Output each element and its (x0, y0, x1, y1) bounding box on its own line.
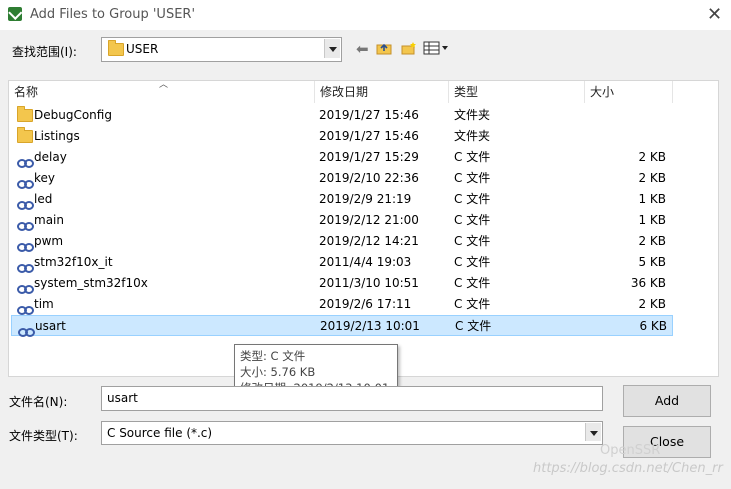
file-name: pwm (34, 234, 64, 248)
column-header-date[interactable]: 修改日期 (315, 81, 449, 103)
file-type: 文件夹 (454, 108, 491, 122)
window-title: Add Files to Group 'USER' (30, 7, 196, 22)
c-file-icon (17, 284, 34, 294)
file-row[interactable]: key 2019/2/10 22:36 C 文件 2 KB (11, 168, 673, 189)
file-name: DebugConfig (34, 108, 112, 122)
file-date: 2019/2/6 17:11 (319, 297, 412, 311)
file-date: 2019/1/27 15:29 (319, 150, 419, 164)
c-file-icon (17, 200, 34, 210)
file-type: 文件夹 (454, 129, 491, 143)
c-file-icon (17, 158, 34, 168)
file-type: C 文件 (454, 255, 491, 269)
file-date: 2019/1/27 15:46 (319, 108, 419, 122)
file-name-label: 文件名(N): (9, 395, 68, 409)
watermark-logo: OpenSSR (600, 443, 661, 458)
file-type-label: 文件类型(T): (9, 429, 78, 443)
file-row[interactable]: delay 2019/1/27 15:29 C 文件 2 KB (11, 147, 673, 168)
column-header-size[interactable]: 大小 (585, 81, 673, 103)
file-date: 2019/2/10 22:36 (319, 171, 419, 185)
file-name: stm32f10x_it (34, 255, 113, 269)
c-file-icon (17, 221, 34, 231)
file-date: 2019/2/12 21:00 (319, 213, 419, 227)
file-size: 2 KB (638, 171, 666, 185)
file-row[interactable]: DebugConfig 2019/1/27 15:46 文件夹 (11, 105, 673, 126)
file-name: delay (34, 150, 67, 164)
file-row[interactable]: stm32f10x_it 2011/4/4 19:03 C 文件 5 KB (11, 252, 673, 273)
file-size: 2 KB (638, 150, 666, 164)
add-button[interactable]: Add (623, 385, 711, 417)
file-type: C 文件 (454, 234, 491, 248)
file-row[interactable]: system_stm32f10x 2011/3/10 10:51 C 文件 36 KB (11, 273, 673, 294)
tooltip-type: 类型: C 文件 (240, 349, 306, 363)
c-file-icon (17, 305, 34, 315)
dropdown-arrow-icon[interactable] (324, 39, 340, 58)
c-file-icon (17, 242, 34, 252)
window-close-icon[interactable]: ✕ (707, 4, 722, 25)
folder-icon (108, 40, 124, 56)
tooltip-size: 大小: 5.76 KB (240, 365, 316, 379)
file-date: 2019/1/27 15:46 (319, 129, 419, 143)
file-row[interactable]: pwm 2019/2/12 14:21 C 文件 2 KB (11, 231, 673, 252)
file-type: C 文件 (454, 192, 491, 206)
file-name: key (34, 171, 56, 185)
file-type: C 文件 (455, 319, 492, 333)
dropdown-arrow-icon[interactable] (585, 423, 601, 441)
file-name: usart (35, 319, 66, 333)
file-type: C 文件 (454, 276, 491, 290)
file-size: 2 KB (638, 297, 666, 311)
file-date: 2019/2/13 10:01 (320, 319, 420, 333)
title-bar: Add Files to Group 'USER' ✕ (0, 0, 731, 30)
up-folder-icon[interactable] (376, 41, 392, 55)
new-folder-icon[interactable] (401, 41, 417, 55)
file-row[interactable]: main 2019/2/12 21:00 C 文件 1 KB (11, 210, 673, 231)
file-size: 6 KB (639, 319, 667, 333)
file-size: 5 KB (638, 255, 666, 269)
file-size: 36 KB (630, 276, 666, 290)
file-name-input[interactable]: usart (101, 386, 603, 411)
file-type: C 文件 (454, 297, 491, 311)
view-menu-icon[interactable] (423, 41, 449, 55)
file-type-dropdown[interactable]: C Source file (*.c) (101, 421, 603, 445)
folder-icon (17, 127, 33, 143)
file-name: main (34, 213, 64, 227)
file-row[interactable]: led 2019/2/9 21:19 C 文件 1 KB (11, 189, 673, 210)
file-type: C 文件 (454, 150, 491, 164)
file-size: 1 KB (638, 192, 666, 206)
c-file-icon (17, 263, 34, 273)
file-size: 2 KB (638, 234, 666, 248)
file-name: tim (34, 297, 54, 311)
file-date: 2019/2/9 21:19 (319, 192, 412, 206)
app-icon (8, 7, 22, 21)
file-size: 1 KB (638, 213, 666, 227)
column-header-type[interactable]: 类型 (449, 81, 585, 103)
file-type-value: C Source file (*.c) (107, 426, 213, 440)
look-in-dropdown[interactable]: USER (101, 37, 342, 62)
file-name: Listings (34, 129, 80, 143)
file-date: 2011/3/10 10:51 (319, 276, 419, 290)
back-arrow-icon[interactable]: ⬅ (356, 40, 369, 58)
file-date: 2011/4/4 19:03 (319, 255, 412, 269)
watermark-text: https://blog.csdn.net/Chen_rr (533, 461, 723, 476)
look-in-label: 查找范围(I): (12, 45, 77, 59)
file-date: 2019/2/12 14:21 (319, 234, 419, 248)
file-type: C 文件 (454, 171, 491, 185)
file-name-value: usart (107, 391, 138, 405)
file-name: system_stm32f10x (34, 276, 148, 290)
look-in-value: USER (126, 42, 159, 56)
sort-up-icon: ︿ (159, 80, 169, 90)
file-list[interactable]: 名称 ︿ 修改日期 类型 大小 DebugConfig 2019/1/27 15:… (8, 80, 719, 377)
file-name: led (34, 192, 53, 206)
file-row[interactable]: Listings 2019/1/27 15:46 文件夹 (11, 126, 673, 147)
c-file-icon (17, 179, 34, 189)
file-row[interactable]: usart 2019/2/13 10:01 C 文件 6 KB (11, 315, 673, 337)
folder-icon (17, 106, 33, 122)
c-file-icon (18, 327, 35, 337)
file-row[interactable]: tim 2019/2/6 17:11 C 文件 2 KB (11, 294, 673, 315)
file-type: C 文件 (454, 213, 491, 227)
